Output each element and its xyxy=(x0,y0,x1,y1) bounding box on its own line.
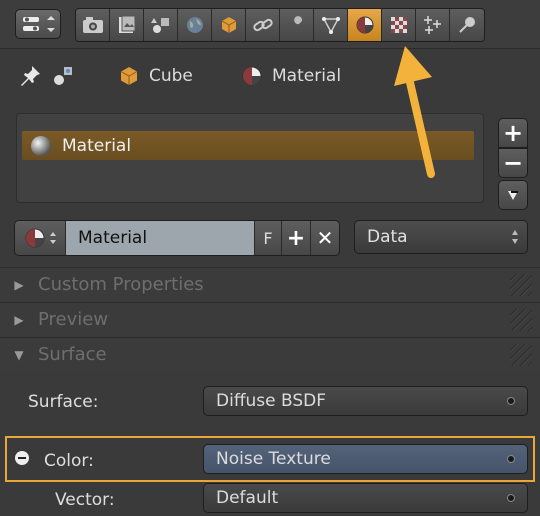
panel-title: Preview xyxy=(38,309,109,330)
tab-object-data[interactable] xyxy=(314,9,348,41)
properties-header xyxy=(0,0,540,49)
object-icon xyxy=(221,17,236,33)
socket-dot-icon xyxy=(507,494,515,502)
drag-grip-icon[interactable] xyxy=(510,344,532,366)
material-datablock: Material F + ✕ xyxy=(14,220,340,256)
tab-particles[interactable] xyxy=(416,9,450,41)
socket-dot-icon xyxy=(507,397,515,405)
collapsed-triangle-icon: ▶ xyxy=(14,312,24,327)
surface-shader-field[interactable]: Diffuse BSDF xyxy=(203,386,528,416)
tab-physics[interactable] xyxy=(450,9,484,41)
material-icon xyxy=(242,66,262,86)
pin-and-scene xyxy=(18,56,76,96)
context-tabs xyxy=(75,8,485,42)
world-icon xyxy=(186,17,203,33)
surface-shader-value: Diffuse BSDF xyxy=(216,391,327,411)
panel-surface[interactable]: ▼ Surface xyxy=(0,337,540,371)
link-select[interactable]: Data xyxy=(354,220,528,254)
drag-grip-icon[interactable] xyxy=(510,274,532,296)
context-material: Material xyxy=(241,56,341,96)
slot-specials-button[interactable] xyxy=(498,180,528,210)
context-material-label: Material xyxy=(272,66,342,86)
tab-object[interactable] xyxy=(212,9,246,41)
plus-icon: + xyxy=(502,119,524,147)
drag-grip-icon[interactable] xyxy=(510,309,532,331)
surface-label: Surface: xyxy=(28,392,99,412)
vector-label: Vector: xyxy=(55,490,115,510)
panel-custom-properties[interactable]: ▶ Custom Properties xyxy=(0,267,540,301)
vector-input-field[interactable]: Default xyxy=(203,483,528,513)
unlink-material-button[interactable]: ✕ xyxy=(310,221,339,255)
fake-user-button[interactable]: F xyxy=(254,221,281,255)
color-label: Color: xyxy=(44,451,94,471)
cube-icon xyxy=(120,67,138,85)
scene-icon xyxy=(150,18,169,33)
tab-render[interactable] xyxy=(76,9,110,41)
panel-title: Custom Properties xyxy=(38,274,204,295)
panel-preview[interactable]: ▶ Preview xyxy=(0,302,540,336)
color-input-value: Noise Texture xyxy=(216,449,331,469)
object-data-icon xyxy=(321,17,340,34)
pin-icon[interactable] xyxy=(18,64,42,88)
collapsed-triangle-icon: ▶ xyxy=(14,277,24,292)
context-object-label: Cube xyxy=(149,66,193,86)
tab-scene[interactable] xyxy=(144,9,178,41)
color-input-field[interactable]: Noise Texture xyxy=(203,444,528,474)
new-material-button[interactable]: + xyxy=(281,221,310,255)
editor-type-icon xyxy=(23,16,55,32)
material-icon xyxy=(25,228,44,248)
tab-material[interactable] xyxy=(348,9,382,41)
texture-icon xyxy=(390,17,407,33)
tab-world[interactable] xyxy=(178,9,212,41)
modifiers-icon xyxy=(290,16,302,32)
tab-constraints[interactable] xyxy=(246,9,280,41)
updown-arrows-icon xyxy=(49,232,56,244)
remove-slot-button[interactable]: − xyxy=(498,148,528,178)
material-icon xyxy=(356,16,373,34)
chevron-down-icon xyxy=(508,191,518,200)
context-object: Cube xyxy=(118,56,193,96)
expanded-triangle-icon: ▼ xyxy=(14,347,24,362)
link-select-value: Data xyxy=(367,227,408,247)
constraints-icon xyxy=(252,18,273,32)
tab-modifiers[interactable] xyxy=(280,9,314,41)
material-browse-button[interactable] xyxy=(15,221,66,255)
add-slot-button[interactable]: + xyxy=(498,118,528,148)
socket-dot-icon xyxy=(507,455,515,463)
render-icon xyxy=(82,17,103,33)
updown-arrows-icon xyxy=(512,230,518,244)
minus-icon: − xyxy=(502,149,524,177)
vector-input-value: Default xyxy=(216,488,279,508)
collapse-input-icon[interactable] xyxy=(14,450,30,466)
panel-title: Surface xyxy=(38,344,107,365)
annotation-arrow-icon xyxy=(394,46,435,178)
tab-texture[interactable] xyxy=(382,9,416,41)
material-sphere-icon xyxy=(31,135,51,156)
render-layers-icon xyxy=(118,15,135,33)
material-name-field[interactable]: Material xyxy=(66,221,254,255)
editor-type-button[interactable] xyxy=(15,9,61,39)
material-slot-label: Material xyxy=(62,135,132,156)
physics-icon xyxy=(459,17,475,33)
tab-render-layers[interactable] xyxy=(110,9,144,41)
scene-data-icon xyxy=(54,67,72,85)
particles-icon xyxy=(423,16,441,34)
